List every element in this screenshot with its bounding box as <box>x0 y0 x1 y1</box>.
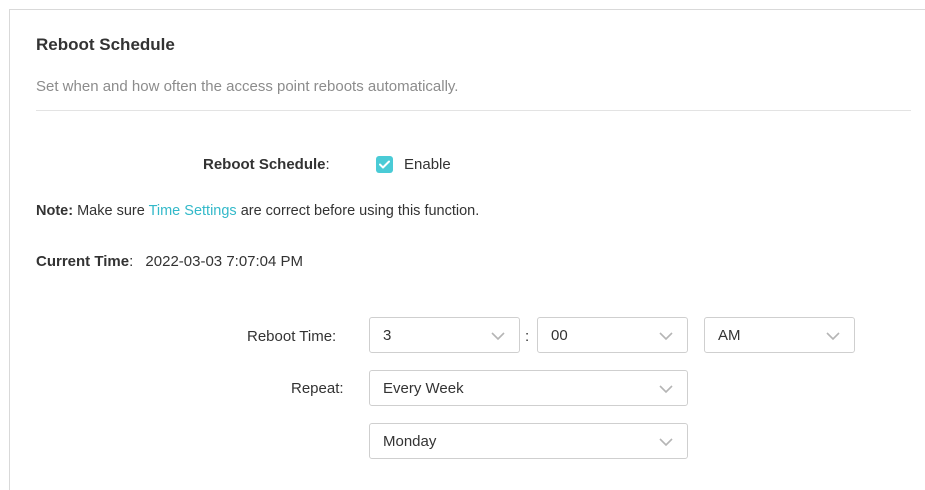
reboot-hour-select[interactable]: 3 <box>369 317 520 353</box>
note-text-before: Make sure <box>73 203 149 219</box>
section-divider <box>36 110 911 111</box>
section-subtitle: Set when and how often the access point … <box>36 78 459 95</box>
chevron-down-icon <box>826 332 840 341</box>
repeat-day-value: Monday <box>383 433 437 450</box>
reboot-period-select[interactable]: AM <box>704 317 855 353</box>
repeat-frequency-value: Every Week <box>383 380 464 397</box>
reboot-time-label: Reboot Time: <box>247 328 337 345</box>
note-text-after: are correct before using this function. <box>236 203 480 219</box>
repeat-label: Repeat: <box>291 380 344 397</box>
reboot-period-value: AM <box>718 327 741 344</box>
chevron-down-icon <box>659 438 673 447</box>
reboot-minute-value: 00 <box>551 327 568 344</box>
reboot-hour-value: 3 <box>383 327 392 344</box>
current-time-row: Current Time: 2022-03-03 7:07:04 PM <box>36 253 303 270</box>
repeat-frequency-select[interactable]: Every Week <box>369 370 688 406</box>
reboot-schedule-colon: : <box>325 156 330 173</box>
time-settings-link[interactable]: Time Settings <box>149 203 237 219</box>
reboot-schedule-label: Reboot Schedule <box>203 156 326 173</box>
current-time-value: 2022-03-03 7:07:04 PM <box>145 253 304 270</box>
repeat-day-select[interactable]: Monday <box>369 423 688 459</box>
reboot-minute-select[interactable]: 00 <box>537 317 688 353</box>
reboot-schedule-label-row: Reboot Schedule: <box>203 156 330 173</box>
enable-label[interactable]: Enable <box>404 156 451 173</box>
checkmark-icon <box>379 160 390 169</box>
time-separator: : <box>525 328 530 345</box>
chevron-down-icon <box>659 385 673 394</box>
current-time-colon: : <box>129 253 134 270</box>
note-row: Note: Make sure Time Settings are correc… <box>36 203 479 219</box>
section-title: Reboot Schedule <box>36 35 175 54</box>
chevron-down-icon <box>659 332 673 341</box>
chevron-down-icon <box>491 332 505 341</box>
enable-checkbox[interactable] <box>376 156 393 173</box>
current-time-label: Current Time <box>36 253 130 270</box>
note-prefix: Note: <box>36 203 74 219</box>
